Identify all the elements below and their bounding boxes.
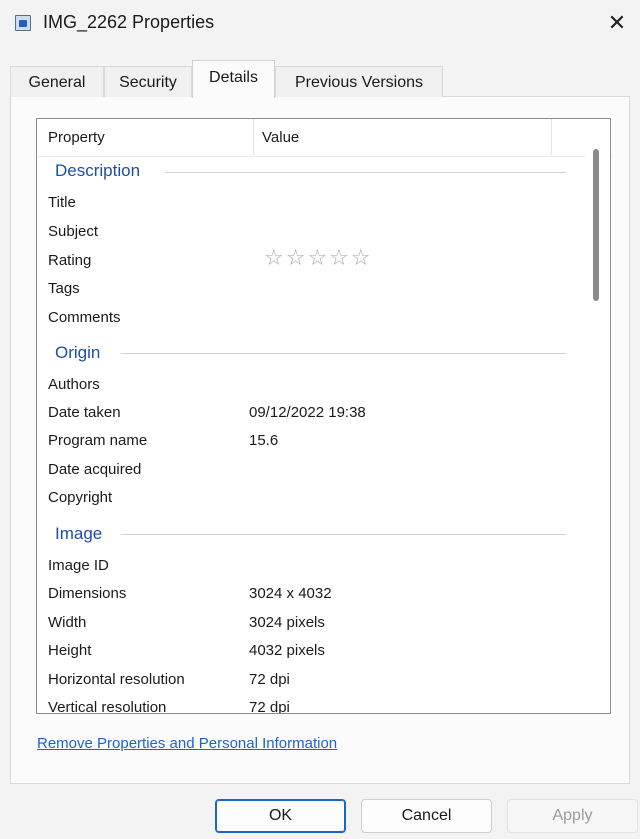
tab-details[interactable]: Details (192, 60, 275, 98)
property-list[interactable]: Property Value Description Title Subject… (36, 118, 611, 714)
row-height-label[interactable]: Height (48, 642, 91, 659)
cancel-button[interactable]: Cancel (361, 799, 492, 833)
column-header-property[interactable]: Property (48, 129, 105, 146)
row-height-value[interactable]: 4032 pixels (249, 642, 325, 659)
scrollbar-thumb[interactable] (593, 149, 599, 301)
tab-security[interactable]: Security (104, 66, 192, 97)
image-file-icon (15, 15, 31, 31)
row-image-id-label[interactable]: Image ID (48, 557, 109, 574)
row-program-name-value[interactable]: 15.6 (249, 432, 278, 449)
row-horizontal-resolution-value[interactable]: 72 dpi (249, 671, 290, 688)
list-header: Property Value (37, 119, 610, 157)
group-divider (165, 172, 566, 173)
row-dimensions-label[interactable]: Dimensions (48, 585, 126, 602)
row-subject-label[interactable]: Subject (48, 223, 98, 240)
row-copyright-label[interactable]: Copyright (48, 489, 112, 506)
row-horizontal-resolution-label[interactable]: Horizontal resolution (48, 671, 185, 688)
title-bar: IMG_2262 Properties ✕ (0, 0, 640, 46)
row-vertical-resolution-value[interactable]: 72 dpi (249, 699, 290, 713)
apply-button[interactable]: Apply (507, 799, 638, 833)
row-dimensions-value[interactable]: 3024 x 4032 (249, 585, 332, 602)
column-separator[interactable] (551, 119, 552, 155)
row-width-value[interactable]: 3024 pixels (249, 614, 325, 631)
row-rating-label[interactable]: Rating (48, 252, 91, 269)
ok-button[interactable]: OK (215, 799, 346, 833)
group-image: Image (55, 524, 103, 543)
row-width-label[interactable]: Width (48, 614, 86, 631)
row-program-name-label[interactable]: Program name (48, 432, 147, 449)
row-authors-label[interactable]: Authors (48, 376, 100, 393)
close-button[interactable]: ✕ (600, 8, 634, 38)
group-divider (121, 353, 566, 354)
row-vertical-resolution-label[interactable]: Vertical resolution (48, 699, 166, 713)
row-date-acquired-label[interactable]: Date acquired (48, 461, 141, 478)
group-origin: Origin (55, 343, 101, 362)
column-separator[interactable] (253, 119, 254, 155)
tab-general[interactable]: General (10, 66, 104, 97)
group-divider (121, 534, 566, 535)
row-title-label[interactable]: Title (48, 194, 76, 211)
column-header-value[interactable]: Value (262, 129, 299, 146)
row-comments-label[interactable]: Comments (48, 309, 121, 326)
remove-properties-link[interactable]: Remove Properties and Personal Informati… (37, 735, 337, 752)
row-date-taken-label[interactable]: Date taken (48, 404, 121, 421)
row-date-taken-value[interactable]: 09/12/2022 19:38 (249, 404, 366, 421)
group-description: Description (55, 161, 141, 180)
window-title: IMG_2262 Properties (43, 12, 215, 32)
tab-previous-versions[interactable]: Previous Versions (275, 66, 443, 97)
row-tags-label[interactable]: Tags (48, 280, 80, 297)
rating-stars[interactable]: ☆☆☆☆☆ (264, 245, 373, 271)
